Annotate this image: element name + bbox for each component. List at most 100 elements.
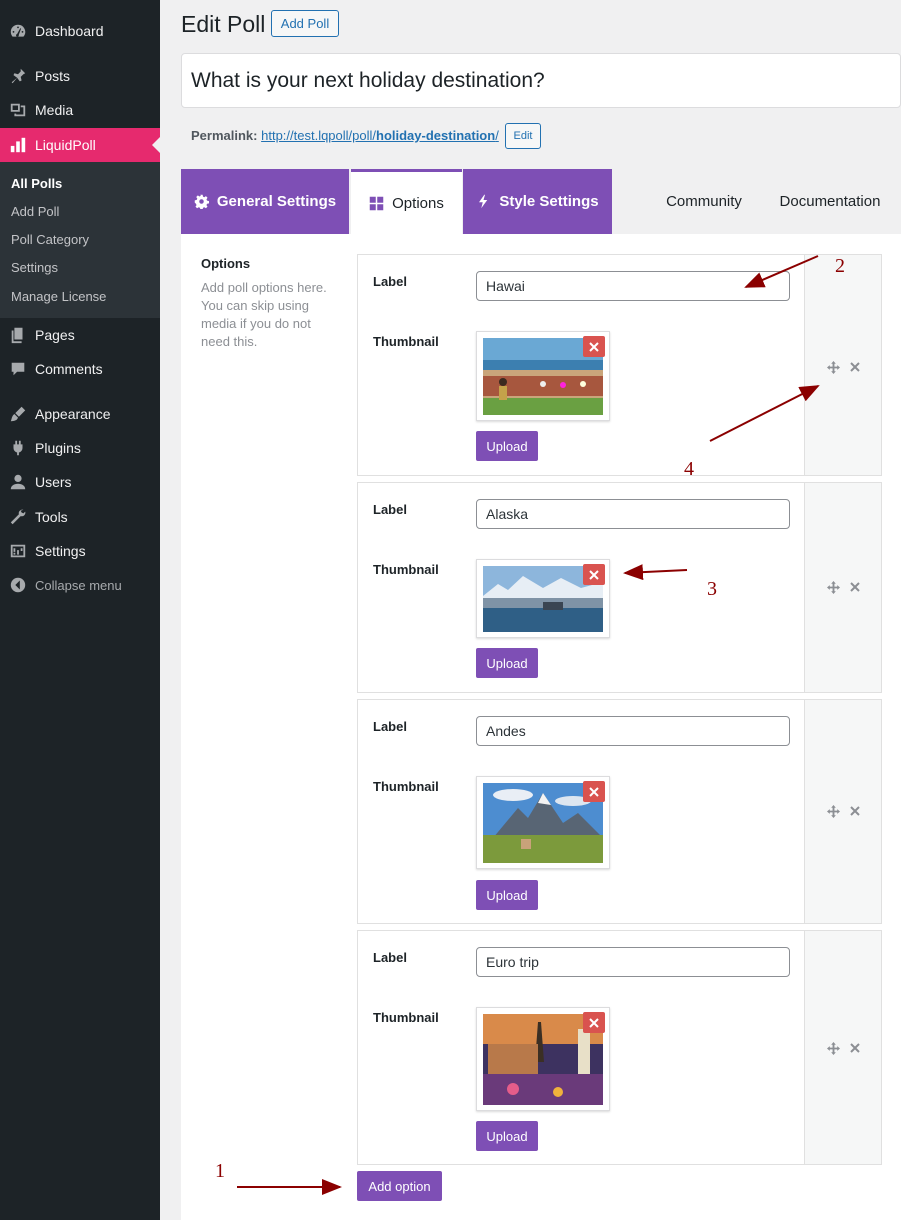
page-title: Edit Poll: [181, 11, 266, 37]
thumbnail-caption: Thumbnail: [373, 562, 439, 577]
tab-style-settings[interactable]: Style Settings: [463, 169, 612, 234]
submenu-all-polls[interactable]: All Polls: [11, 176, 62, 191]
tab-options[interactable]: Options: [351, 169, 462, 234]
thumbnail-preview: [476, 331, 610, 421]
delete-thumbnail-button[interactable]: [583, 1012, 605, 1033]
option-label-caption: Label: [373, 502, 407, 517]
menu-liquidpoll[interactable]: LiquidPoll: [0, 128, 160, 162]
annotation-number: 4: [684, 458, 694, 480]
poll-option-card: Label Euro trip Thumbnail Upload: [357, 930, 882, 1165]
move-icon[interactable]: [827, 805, 840, 818]
annotation-number: 3: [707, 578, 717, 600]
menu-label: Posts: [35, 68, 71, 84]
close-icon: [589, 786, 599, 797]
poll-option-card: Label Alaska Thumbnail Upload: [357, 482, 882, 693]
close-icon: [589, 1017, 599, 1028]
menu-label: Tools: [35, 509, 68, 525]
permalink-edit-button[interactable]: Edit: [505, 123, 541, 149]
option-label-input[interactable]: Hawai: [476, 271, 790, 301]
collapse-icon: [0, 576, 35, 594]
thumbnail-preview: [476, 776, 610, 869]
menu-label: Collapse menu: [35, 577, 122, 593]
menu-collapse[interactable]: Collapse menu: [0, 568, 160, 602]
poll-option-card: Label Hawai Thumbnail Upload: [357, 254, 882, 476]
menu-media[interactable]: Media: [0, 93, 160, 127]
permalink-base: http://test.lqpoll/poll/: [261, 128, 377, 143]
menu-label: Pages: [35, 327, 75, 343]
option-actions: [804, 700, 881, 923]
delete-thumbnail-button[interactable]: [583, 564, 605, 585]
option-label-input[interactable]: Andes: [476, 716, 790, 746]
thumbnail-caption: Thumbnail: [373, 779, 439, 794]
add-poll-button[interactable]: Add Poll: [271, 10, 339, 37]
menu-label: LiquidPoll: [35, 137, 96, 153]
dashboard-icon: [0, 22, 35, 40]
menu-label: Appearance: [35, 406, 111, 422]
submenu-settings[interactable]: Settings: [11, 260, 58, 275]
menu-users[interactable]: Users: [0, 465, 160, 499]
permalink-link[interactable]: http://test.lqpoll/poll/holiday-destinat…: [261, 128, 499, 143]
poll-title-input[interactable]: What is your next holiday destination?: [181, 53, 901, 108]
menu-pages[interactable]: Pages: [0, 318, 160, 352]
option-label-input[interactable]: Euro trip: [476, 947, 790, 977]
add-option-button[interactable]: Add option: [357, 1171, 442, 1201]
move-icon[interactable]: [827, 581, 840, 594]
menu-label: Users: [35, 474, 72, 490]
options-heading: Options: [201, 256, 251, 271]
tab-label: Style Settings: [499, 193, 599, 210]
menu-label: Comments: [35, 361, 103, 377]
gear-icon: [194, 194, 209, 209]
menu-comments[interactable]: Comments: [0, 352, 160, 386]
delete-thumbnail-button[interactable]: [583, 336, 605, 357]
tab-community[interactable]: Community: [651, 169, 757, 234]
thumbnail-caption: Thumbnail: [373, 1010, 439, 1025]
brush-icon: [0, 405, 35, 423]
tab-general-settings[interactable]: General Settings: [181, 169, 349, 234]
submenu-manage-license[interactable]: Manage License: [11, 289, 106, 304]
permalink-trail: /: [495, 128, 499, 143]
wrench-icon: [0, 508, 35, 526]
grid-icon: [369, 196, 384, 211]
submenu-add-poll[interactable]: Add Poll: [11, 204, 59, 219]
options-description: Add poll options here. You can skip usin…: [201, 280, 327, 349]
menu-appearance[interactable]: Appearance: [0, 397, 160, 431]
thumbnail-preview: [476, 1007, 610, 1111]
option-actions: [804, 255, 881, 475]
option-label-caption: Label: [373, 950, 407, 965]
menu-tools[interactable]: Tools: [0, 500, 160, 534]
liquidpoll-submenu: All Polls Add Poll Poll Category Setting…: [0, 162, 160, 318]
option-label-input[interactable]: Alaska: [476, 499, 790, 529]
upload-button[interactable]: Upload: [476, 431, 538, 461]
remove-option-icon[interactable]: [850, 806, 860, 816]
upload-button[interactable]: Upload: [476, 648, 538, 678]
delete-thumbnail-button[interactable]: [583, 781, 605, 802]
permalink: Permalink: http://test.lqpoll/poll/holid…: [191, 128, 499, 143]
option-actions: [804, 483, 881, 692]
menu-plugins[interactable]: Plugins: [0, 431, 160, 465]
close-icon: [589, 341, 599, 352]
annotation-number: 1: [215, 1160, 225, 1182]
tab-label: Options: [392, 194, 444, 212]
remove-option-icon[interactable]: [850, 582, 860, 592]
remove-option-icon[interactable]: [850, 1043, 860, 1053]
plug-icon: [0, 439, 35, 457]
annotation-number: 2: [835, 255, 845, 277]
comment-icon: [0, 360, 35, 378]
option-label-caption: Label: [373, 719, 407, 734]
tab-documentation[interactable]: Documentation: [768, 169, 892, 234]
upload-button[interactable]: Upload: [476, 880, 538, 910]
tab-label: General Settings: [216, 193, 337, 210]
menu-posts[interactable]: Posts: [0, 59, 160, 93]
remove-option-icon[interactable]: [850, 362, 860, 372]
submenu-poll-category[interactable]: Poll Category: [11, 232, 89, 247]
close-icon: [589, 569, 599, 580]
user-icon: [0, 473, 35, 491]
menu-dashboard[interactable]: Dashboard: [0, 14, 160, 48]
move-icon[interactable]: [827, 1042, 840, 1055]
move-icon[interactable]: [827, 361, 840, 374]
option-actions: [804, 931, 881, 1164]
bolt-icon: [476, 194, 491, 209]
menu-label: Settings: [35, 543, 86, 559]
menu-settings[interactable]: Settings: [0, 534, 160, 568]
upload-button[interactable]: Upload: [476, 1121, 538, 1151]
